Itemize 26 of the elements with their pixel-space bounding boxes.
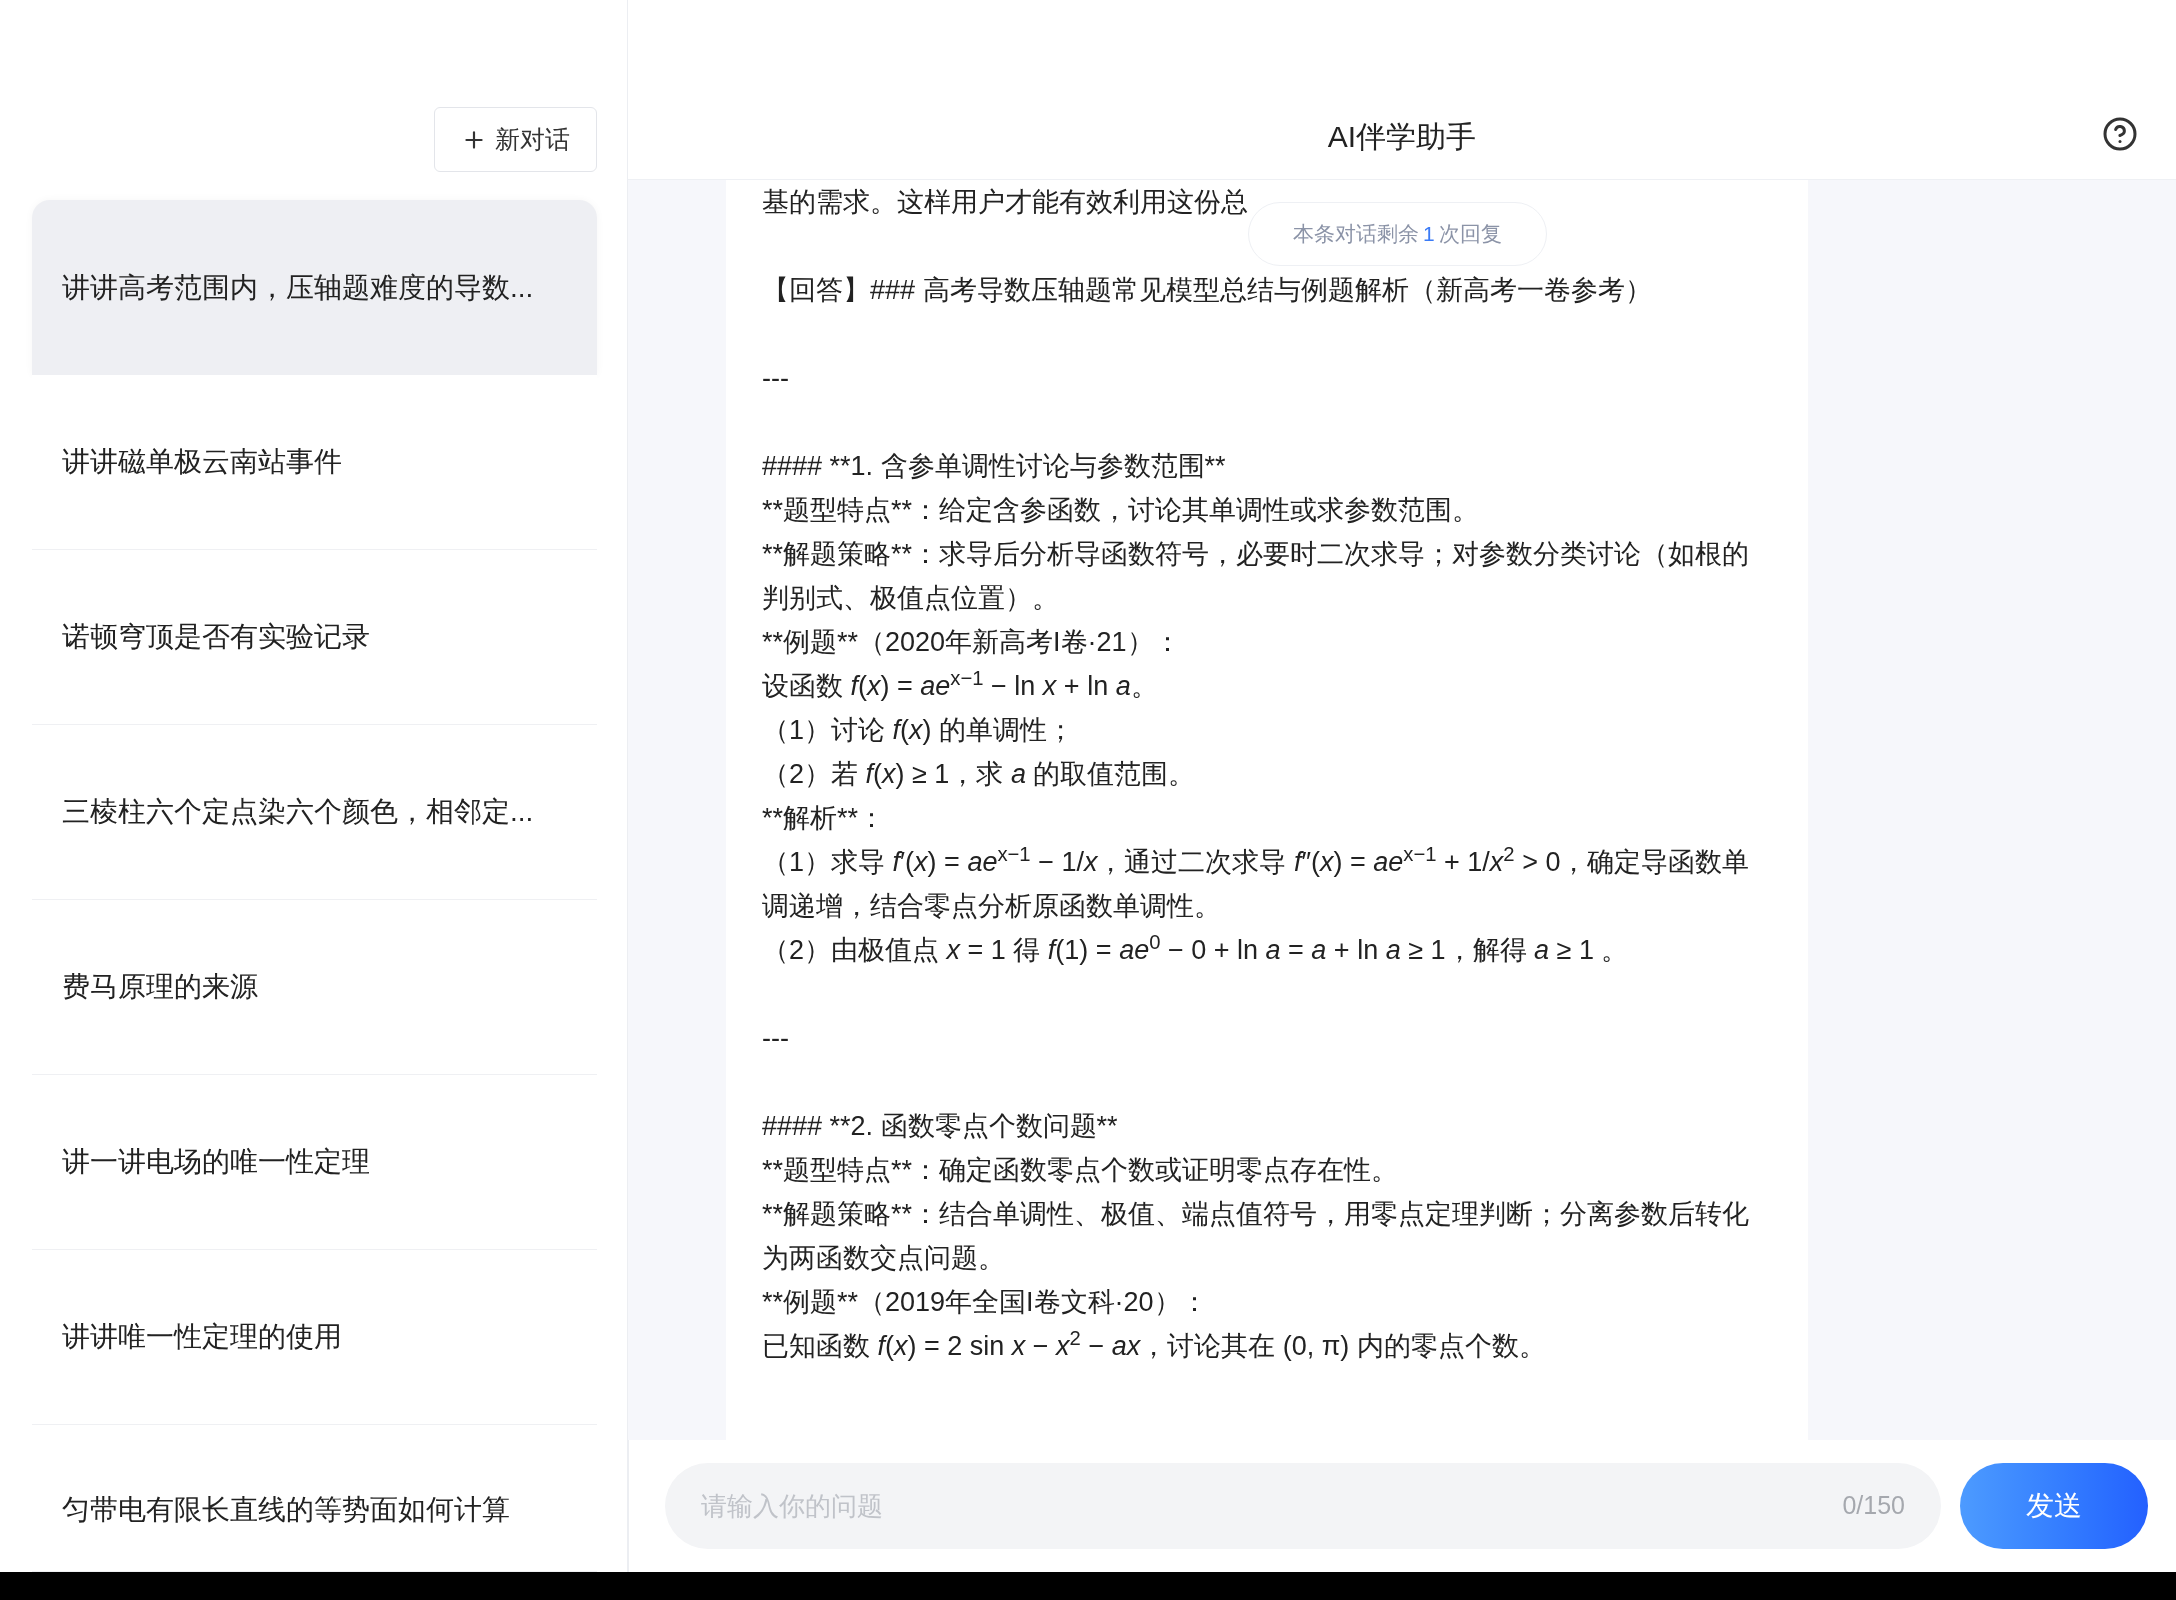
- answer-text: **题型特点**：确定函数零点个数或证明零点存在性。: [762, 1154, 1400, 1187]
- answer-text: #### **1. 含参单调性讨论与参数范围**: [762, 450, 1227, 483]
- answer-text: **例题**（2019年全国I卷文科·20）：: [762, 1286, 1209, 1319]
- answer-text: （1）讨论 f(x) 的单调性；: [762, 714, 1076, 747]
- answer-text: **题型特点**：给定含参函数，讨论其单调性或求参数范围。: [762, 494, 1481, 527]
- answer-text: #### **2. 函数零点个数问题**: [762, 1110, 1119, 1143]
- answer-text: **例题**（2020年新高考I卷·21）：: [762, 626, 1182, 659]
- answer-text: ---: [762, 1022, 790, 1055]
- answer-text: **解题策略**：求导后分析导函数符号，必要时二次求导；对参数分类讨论（如根的判别式、极值点位置）。: [762, 538, 1751, 615]
- answer-text: 【回答】### 高考导数压轴题常见模型总结与例题解析（新高考一卷参考）: [762, 274, 1653, 307]
- answer-text: ---: [762, 362, 790, 395]
- answer-text: 设函数 f(x) = ae$^{x−1}$ − ln x + ln a。: [762, 665, 1159, 703]
- remaining-replies-badge: 本条对话剩余 1 次回复: [1248, 202, 1547, 266]
- help-icon[interactable]: [2102, 116, 2138, 152]
- character-counter: 0/150: [1842, 1490, 1905, 1522]
- answer-text: **解析**：: [762, 802, 887, 835]
- send-button[interactable]: 发送: [1960, 1463, 2148, 1549]
- answer-text: （2）若 f(x) ≥ 1，求 a 的取值范围。: [762, 758, 1197, 791]
- answer-text: 已知函数 f(x) = 2 sin x − x$^{2}$ − ax，讨论其在 (0, π) 内的零点个数。: [762, 1325, 1547, 1363]
- new-chat-button[interactable]: 新对话: [434, 107, 597, 172]
- window-title: AI伴学助手: [1327, 119, 1477, 155]
- answer-text: （1）求导 f′(x) = ae$^{x−1}$ − 1/x，通过二次求导 f″(x) = ae$^{x−1}$ + 1/x$^{2}$ > 0，确定导函数单调递增，结合零点分析原函数单调性。: [762, 841, 1751, 923]
- conversation-item[interactable]: 讲讲高考范围内，压轴题难度的导数...: [32, 200, 597, 375]
- answer-text: （2）由极值点 x = 1 得 f(1) = ae$^{0}$ − 0 + ln a = a + ln a ≥ 1，解得 a ≥ 1 。: [762, 929, 1630, 967]
- answer-text: 基的需求。这样用户才能有效利用这份总: [762, 186, 1249, 219]
- answer-text: **解题策略**：结合单调性、极值、端点值符号，用零点定理判断；分离参数后转化为两函数交点问题。: [762, 1198, 1751, 1275]
